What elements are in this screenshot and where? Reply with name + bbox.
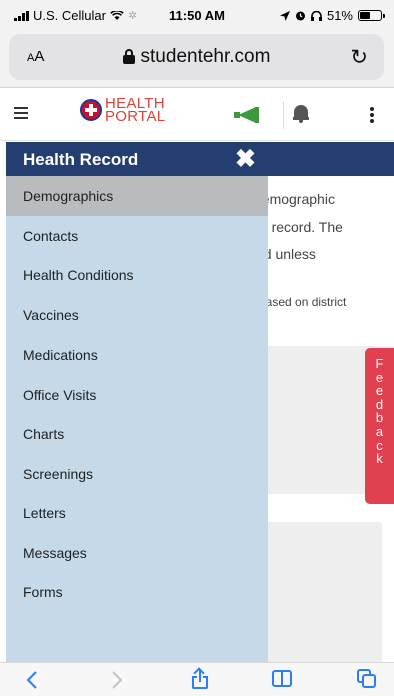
drawer-header-extension [268,142,394,176]
url-display[interactable]: studentehr.com [9,46,384,68]
close-icon[interactable]: ✖ [235,145,256,173]
headphones-icon [310,10,322,21]
browser-address-bar: AA studentehr.com ↻ [0,30,394,88]
forward-icon[interactable] [111,670,123,690]
menu-item-demographics[interactable]: Demographics [6,176,268,216]
menu-item-medications[interactable]: Medications [6,335,268,375]
battery-icon [358,10,385,21]
menu-item-charts[interactable]: Charts [6,414,268,454]
megaphone-icon[interactable] [234,107,260,123]
logo-text: HEALTH PORTAL [105,95,166,125]
menu-item-vaccines[interactable]: Vaccines [6,295,268,335]
bookmarks-icon[interactable] [272,670,294,688]
content-line: based on district [259,295,347,309]
more-options-icon[interactable] [370,107,374,123]
menu-item-office-visits[interactable]: Office Visits [6,375,268,415]
health-portal-logo[interactable]: HEALTH PORTAL [80,95,166,125]
tabs-icon[interactable] [357,669,377,689]
menu-item-letters[interactable]: Letters [6,493,268,533]
menu-item-messages[interactable]: Messages [6,533,268,573]
share-icon[interactable] [192,667,208,690]
menu-item-health-conditions[interactable]: Health Conditions [6,255,268,295]
drawer-menu: Demographics Contacts Health Conditions … [6,176,268,662]
browser-toolbar [0,662,394,696]
reload-icon[interactable]: ↻ [350,45,368,70]
drawer-header: Health Record ✖ [6,142,268,176]
menu-item-screenings[interactable]: Screenings [6,454,268,494]
url-field[interactable]: AA studentehr.com ↻ [9,34,384,80]
battery-percent: 51% [326,8,353,23]
menu-item-forms[interactable]: Forms [6,572,268,612]
status-bar: U.S. Cellular ✲ 11:50 AM 51% [0,0,394,30]
url-text: studentehr.com [140,46,271,67]
drawer-title: Health Record [23,150,139,169]
alarm-icon [295,11,305,21]
location-arrow-icon [279,10,290,21]
content-line: th record. The [256,219,343,235]
status-right: 51% [279,8,385,23]
menu-item-contacts[interactable]: Contacts [6,216,268,256]
battery-level [360,12,371,19]
logo-cross-icon [80,99,102,121]
header-divider [283,101,284,129]
app-header: HEALTH PORTAL [0,89,394,141]
hamburger-menu-icon[interactable] [14,107,28,119]
bell-icon[interactable] [293,103,309,123]
feedback-tab[interactable]: Feedback [365,348,394,504]
lock-icon [122,49,135,64]
content-card [266,522,382,670]
back-icon[interactable] [26,670,38,690]
